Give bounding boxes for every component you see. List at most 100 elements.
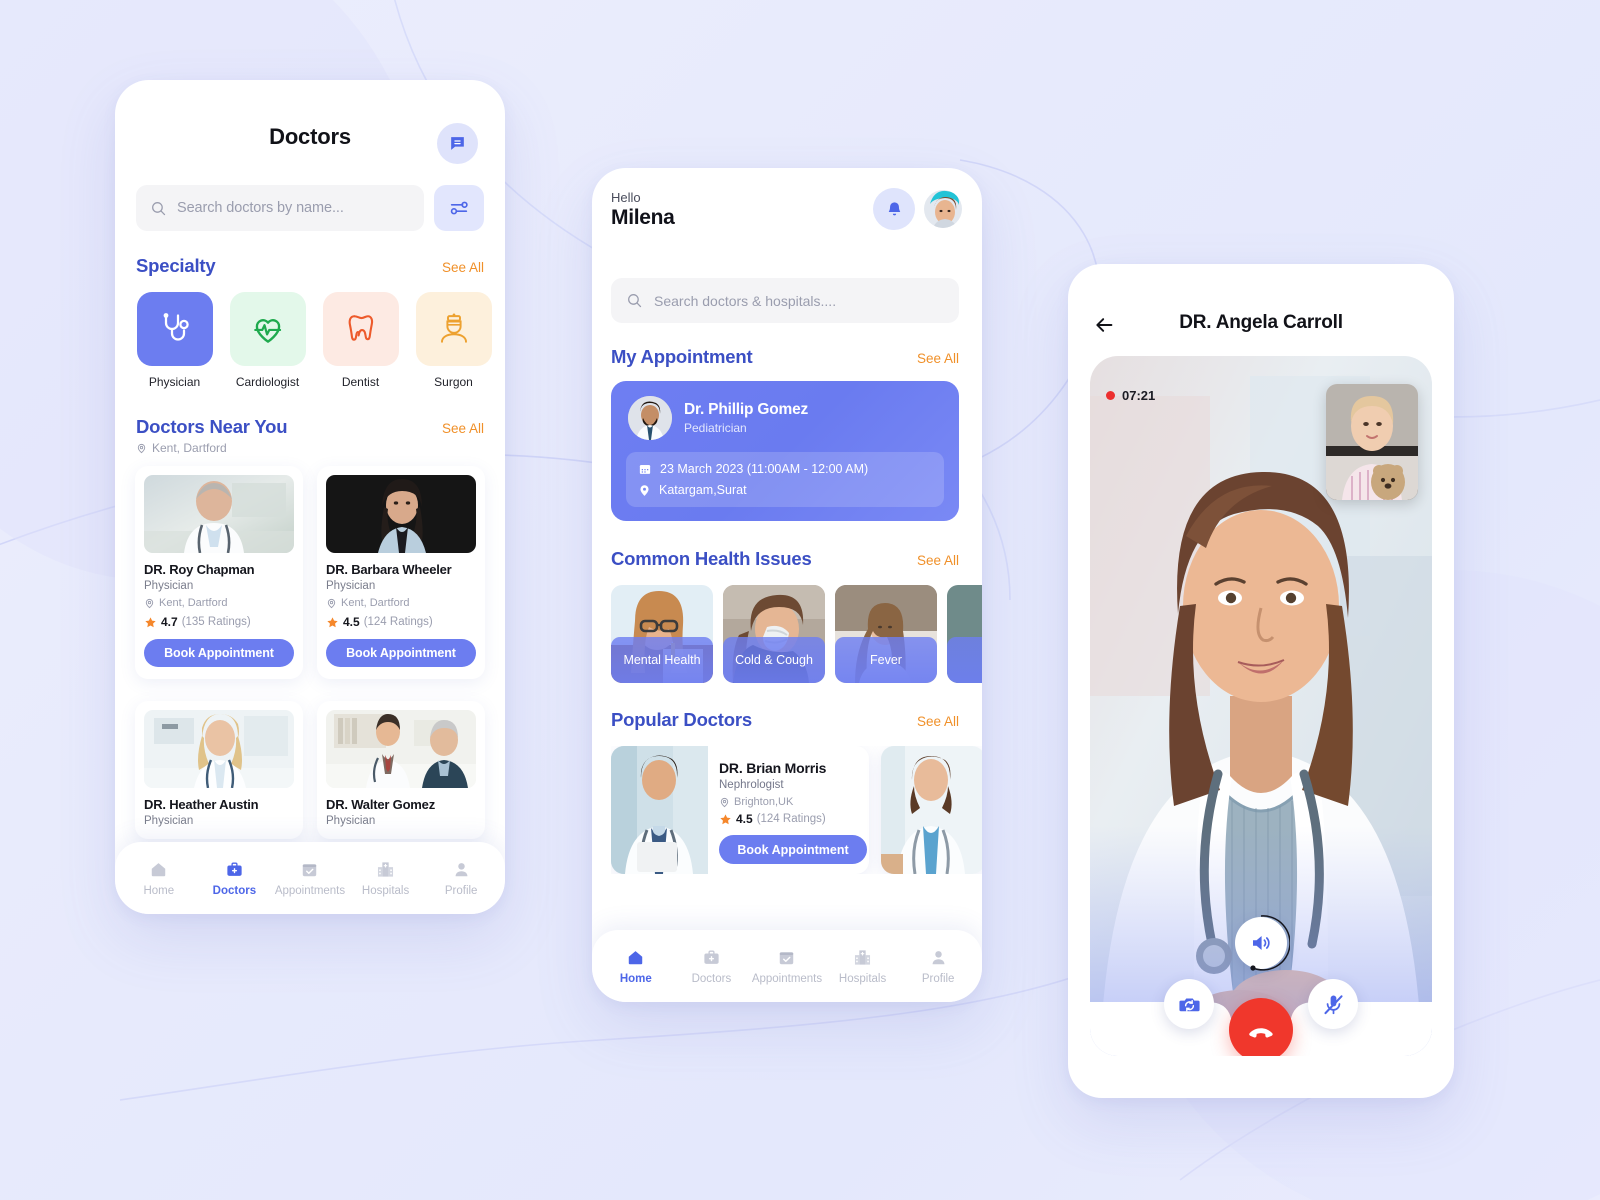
heart-pulse-icon (253, 319, 281, 343)
popular-doctor-card[interactable]: DR. Brian Morris Nephrologist Brighton,U… (611, 746, 869, 874)
doctor-card[interactable]: DR. Walter Gomez Physician (317, 701, 485, 839)
doctor-rating: 4.5 (124 Ratings) (326, 615, 476, 629)
appointment-title: My Appointment (611, 346, 753, 367)
specialty-dentist[interactable]: Dentist (321, 292, 400, 389)
popular-title: Popular Doctors (611, 709, 752, 730)
doctor-location: Kent, Dartford (144, 597, 294, 609)
popular-doctor-rating: 4.5 (124 Ratings) (719, 812, 867, 826)
specialty-physician[interactable]: Physician (135, 292, 214, 389)
popular-doctor-location: Brighton,UK (719, 796, 867, 808)
doctor-card[interactable]: DR. Barbara Wheeler Physician Kent, Dart… (317, 466, 485, 679)
tab-label: Profile (921, 972, 955, 985)
tab-label: Appointments (751, 972, 823, 985)
end-call-button[interactable] (1229, 998, 1293, 1056)
pip-video[interactable] (1326, 384, 1418, 500)
doctor-name: DR. Roy Chapman (144, 562, 255, 577)
microphone-muted-icon (1323, 994, 1343, 1014)
appointment-see-all[interactable]: See All (917, 351, 959, 366)
issues-see-all[interactable]: See All (917, 553, 959, 568)
bottom-tab-bar: Home Doctors Appointments Hospitals Prof… (115, 842, 505, 914)
stethoscope-icon (163, 313, 189, 341)
appointment-location-label: Katargam,Surat (659, 483, 747, 497)
pip-video-frame (1326, 384, 1418, 500)
popular-doctor-name: DR. Brian Morris (719, 760, 827, 776)
specialty-cardiologist[interactable]: Cardiologist (228, 292, 307, 389)
appointment-datetime: 23 March 2023 (11:00AM - 12:00 AM) (638, 462, 932, 476)
tab-label: Hospitals (838, 972, 887, 985)
book-appointment-button[interactable]: Book Appointment (719, 835, 867, 864)
search-icon (152, 201, 166, 215)
specialty-title: Specialty (136, 255, 216, 276)
chat-button[interactable] (437, 123, 478, 164)
appointment-doctor-specialty: Pediatrician (684, 421, 747, 435)
star-icon (327, 616, 338, 627)
greeting-label: Hello (611, 190, 641, 205)
tab-label: Profile (444, 884, 478, 897)
specialty-surgon[interactable]: Surgon (414, 292, 493, 389)
tab-appointments[interactable]: Appointments (273, 860, 347, 897)
search-input[interactable]: Search doctors & hospitals.... (611, 278, 959, 323)
issues-section-header: Common Health Issues See All (611, 548, 959, 570)
star-icon (720, 813, 731, 824)
near-you-location: Kent, Dartford (136, 441, 227, 455)
doctor-specialty: Physician (144, 815, 194, 827)
appointment-doctor: Dr. Phillip Gomez Pediatrician (611, 381, 959, 440)
tab-profile[interactable]: Profile (901, 948, 975, 985)
issue-card[interactable]: Fever (835, 585, 937, 683)
book-appointment-button[interactable]: Book Appointment (144, 639, 294, 667)
map-pin-icon (720, 797, 729, 807)
book-appointment-button[interactable]: Book Appointment (326, 639, 476, 667)
switch-camera-button[interactable] (1164, 979, 1214, 1029)
call-controls (1090, 906, 1432, 1056)
appointment-card[interactable]: Dr. Phillip Gomez Pediatrician 23 March … (611, 381, 959, 521)
tab-hospitals[interactable]: Hospitals (826, 948, 900, 985)
specialty-see-all[interactable]: See All (442, 260, 484, 275)
popular-doctor-info: DR. Brian Morris Nephrologist Brighton,U… (708, 746, 867, 874)
main-video[interactable]: 07:21 (1090, 356, 1432, 1056)
star-icon (145, 616, 156, 627)
filter-sliders-icon (450, 201, 468, 215)
tab-profile[interactable]: Profile (424, 860, 498, 897)
tab-hospitals[interactable]: Hospitals (349, 860, 423, 897)
issue-card[interactable]: Mental Health (611, 585, 713, 683)
popular-doctor-card-next[interactable] (881, 746, 982, 874)
tab-label: Doctors (212, 884, 257, 897)
tab-home[interactable]: Home (122, 860, 196, 897)
tab-home[interactable]: Home (599, 948, 673, 993)
issues-list: Mental Health Cold & Cough Fever (611, 585, 982, 683)
appointment-section-header: My Appointment See All (611, 346, 959, 368)
doctor-location-label: Kent, Dartford (341, 597, 410, 609)
tab-appointments[interactable]: Appointments (750, 948, 824, 985)
doctor-card-grid: DR. Roy Chapman Physician Kent, Dartford… (135, 466, 485, 839)
popular-doctor-rating-count: (124 Ratings) (756, 813, 826, 825)
calendar-check-icon (780, 951, 794, 964)
doctor-location: Kent, Dartford (326, 597, 476, 609)
search-input[interactable]: Search doctors by name... (136, 185, 424, 231)
doctor-name: DR. Walter Gomez (326, 797, 436, 812)
call-title: DR. Angela Carroll (1179, 312, 1343, 333)
speaker-button[interactable] (1235, 915, 1290, 971)
specialty-list: Physician Cardiologist Dentist Surgon (135, 292, 493, 389)
specialty-tile (136, 292, 213, 366)
avatar[interactable] (922, 188, 964, 230)
calendar-check-icon (303, 863, 317, 876)
popular-doctor-location-label: Brighton,UK (734, 796, 794, 808)
map-pin-filled-icon (640, 484, 649, 496)
issue-card[interactable]: Di (947, 585, 982, 683)
near-you-see-all[interactable]: See All (442, 421, 484, 436)
mute-button[interactable] (1308, 979, 1358, 1029)
issue-label: Fever (835, 637, 937, 683)
doctor-specialty: Physician (326, 580, 376, 592)
doctor-card[interactable]: DR. Roy Chapman Physician Kent, Dartford… (135, 466, 303, 679)
issue-card[interactable]: Cold & Cough (723, 585, 825, 683)
popular-see-all[interactable]: See All (917, 714, 959, 729)
filter-button[interactable] (434, 185, 484, 231)
doctor-rating-count: (124 Ratings) (363, 616, 433, 628)
popular-doctor-rating-value: 4.5 (736, 812, 753, 826)
notification-button[interactable] (873, 188, 915, 230)
tab-doctors[interactable]: Doctors (674, 948, 748, 985)
map-pin-icon (327, 598, 336, 608)
doctor-card[interactable]: DR. Heather Austin Physician (135, 701, 303, 839)
popular-doctor-photo (881, 746, 982, 874)
tab-doctors[interactable]: Doctors (197, 860, 271, 905)
